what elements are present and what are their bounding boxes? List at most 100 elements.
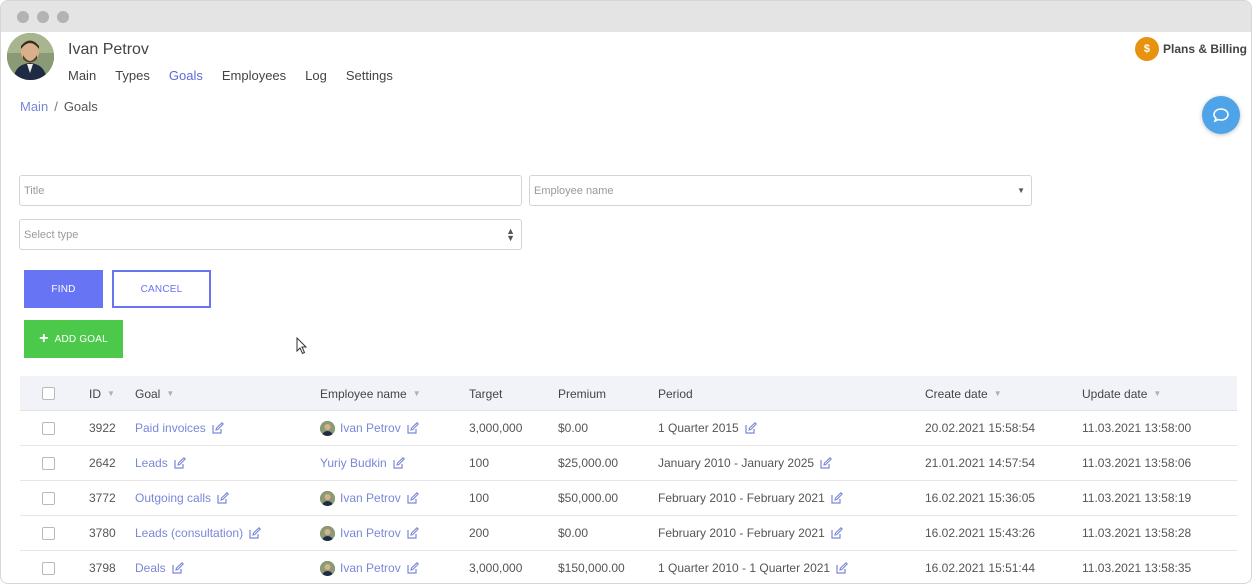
- period-cell: 1 Quarter 2015: [658, 411, 757, 445]
- column-header-goal[interactable]: Goal ▼: [135, 376, 174, 411]
- goal-id: 3780: [89, 526, 116, 540]
- find-button[interactable]: FIND: [24, 270, 103, 308]
- sort-icon: ▼: [107, 389, 115, 398]
- period-cell: 1 Quarter 2010 - 1 Quarter 2021: [658, 551, 849, 583]
- nav-item-main[interactable]: Main: [68, 68, 96, 83]
- plans-billing-link[interactable]: $ Plans & Billing: [1134, 37, 1247, 61]
- employee-link[interactable]: Ivan Petrov: [340, 561, 401, 575]
- edit-icon[interactable]: [407, 492, 419, 504]
- update-date-value: 11.03.2021 13:58:06: [1082, 456, 1192, 470]
- column-header-period: Period: [658, 386, 693, 401]
- employee-name-placeholder: Employee name: [534, 184, 614, 197]
- nav-item-log[interactable]: Log: [305, 68, 327, 83]
- column-header-update-date-label: Update date: [1082, 386, 1148, 401]
- employee-link[interactable]: Yuriy Budkin: [320, 456, 387, 470]
- plus-icon: +: [39, 330, 49, 347]
- table-row: 3798 Deals Ivan Petrov 3,000,000 $150,000.00…: [20, 551, 1237, 583]
- create-date-value: 20.02.2021 15:58:54: [925, 421, 1036, 435]
- row-checkbox[interactable]: [42, 527, 55, 540]
- window-close-dot[interactable]: [17, 11, 29, 23]
- employee-link[interactable]: Ivan Petrov: [340, 526, 401, 540]
- edit-icon[interactable]: [407, 527, 419, 539]
- cancel-button[interactable]: CANCEL: [112, 270, 211, 308]
- edit-icon[interactable]: [745, 422, 757, 434]
- row-checkbox[interactable]: [42, 422, 55, 435]
- target-value: 3,000,000: [469, 561, 523, 575]
- breadcrumb-main-link[interactable]: Main: [20, 99, 48, 114]
- employee-avatar: [320, 560, 335, 576]
- employee-link[interactable]: Ivan Petrov: [340, 421, 401, 435]
- goal-cell: Deals: [135, 551, 184, 583]
- table-body: 3922 Paid invoices Ivan Petrov 3,000,000 $0.…: [20, 411, 1237, 583]
- table-row: 3780 Leads (consultation) Ivan Petrov 200 $0…: [20, 516, 1237, 551]
- nav-item-types[interactable]: Types: [115, 68, 150, 83]
- column-header-id[interactable]: ID ▼: [89, 376, 115, 411]
- goal-link[interactable]: Deals: [135, 561, 166, 575]
- employee-cell: Ivan Petrov: [320, 411, 419, 445]
- row-checkbox[interactable]: [42, 457, 55, 470]
- user-avatar-image: [7, 33, 54, 80]
- column-header-employee-label: Employee name: [320, 386, 407, 401]
- type-select[interactable]: Select type ▲ ▼: [19, 219, 522, 250]
- table-row: 3772 Outgoing calls Ivan Petrov 100 $50,000.…: [20, 481, 1237, 516]
- title-filter-placeholder: Title: [24, 184, 45, 197]
- add-goal-button[interactable]: + ADD GOAL: [24, 320, 123, 358]
- edit-icon[interactable]: [174, 457, 186, 469]
- nav-item-employees[interactable]: Employees: [222, 68, 286, 83]
- target-value: 3,000,000: [469, 421, 523, 435]
- edit-icon[interactable]: [831, 492, 843, 504]
- column-header-create-date[interactable]: Create date ▼: [925, 376, 1002, 411]
- edit-icon[interactable]: [249, 527, 262, 539]
- period-value: 1 Quarter 2010 - 1 Quarter 2021: [658, 561, 831, 575]
- edit-icon[interactable]: [831, 527, 843, 539]
- employee-cell: Ivan Petrov: [320, 516, 419, 550]
- goal-link[interactable]: Leads: [135, 456, 168, 470]
- employee-name-select[interactable]: Employee name ▼: [529, 175, 1032, 206]
- chat-button[interactable]: [1202, 96, 1240, 134]
- window-maximize-dot[interactable]: [57, 11, 69, 23]
- row-checkbox[interactable]: [42, 562, 55, 575]
- edit-icon[interactable]: [217, 492, 230, 504]
- edit-icon[interactable]: [836, 562, 849, 574]
- premium-value: $50,000.00: [558, 491, 619, 505]
- create-date-value: 16.02.2021 15:51:44: [925, 561, 1036, 575]
- nav-item-goals[interactable]: Goals: [169, 68, 203, 83]
- user-avatar[interactable]: [7, 33, 54, 80]
- employee-link[interactable]: Ivan Petrov: [340, 491, 401, 505]
- goal-cell: Leads: [135, 446, 186, 480]
- goal-id: 3772: [89, 491, 116, 505]
- employee-cell: Ivan Petrov: [320, 551, 419, 583]
- table-header: ID ▼ Goal ▼ Employee name ▼ Target Premium …: [20, 376, 1237, 411]
- select-all-checkbox[interactable]: [42, 387, 55, 400]
- edit-icon[interactable]: [393, 457, 405, 469]
- plans-billing-label: Plans & Billing: [1162, 42, 1247, 56]
- employee-cell: Yuriy Budkin: [320, 446, 405, 480]
- update-date-value: 11.03.2021 13:58:00: [1082, 421, 1192, 435]
- goal-cell: Paid invoices: [135, 411, 224, 445]
- edit-icon[interactable]: [212, 422, 224, 434]
- column-header-id-label: ID: [89, 386, 101, 401]
- goal-link[interactable]: Outgoing calls: [135, 491, 211, 505]
- column-header-premium: Premium: [558, 386, 607, 401]
- column-header-employee[interactable]: Employee name ▼: [320, 376, 421, 411]
- sort-icon: ▼: [166, 389, 175, 398]
- select-updown-icon: ▲ ▼: [506, 225, 515, 243]
- nav-item-settings[interactable]: Settings: [346, 68, 393, 83]
- period-value: February 2010 - February 2021: [658, 491, 825, 505]
- row-checkbox[interactable]: [42, 492, 55, 505]
- column-header-update-date[interactable]: Update date ▼: [1082, 376, 1161, 411]
- goal-link[interactable]: Paid invoices: [135, 421, 206, 435]
- goal-link[interactable]: Leads (consultation): [135, 526, 243, 540]
- breadcrumb-current: Goals: [63, 99, 98, 114]
- window-minimize-dot[interactable]: [37, 11, 49, 23]
- target-value: 100: [469, 456, 490, 470]
- title-filter-input[interactable]: Title: [19, 175, 522, 206]
- period-cell: January 2010 - January 2025: [658, 446, 833, 480]
- edit-icon[interactable]: [407, 422, 419, 434]
- goal-cell: Leads (consultation): [135, 516, 262, 550]
- edit-icon[interactable]: [820, 457, 833, 469]
- edit-icon[interactable]: [172, 562, 184, 574]
- target-value: 200: [469, 526, 490, 540]
- edit-icon[interactable]: [407, 562, 419, 574]
- create-date-value: 16.02.2021 15:36:05: [925, 491, 1036, 505]
